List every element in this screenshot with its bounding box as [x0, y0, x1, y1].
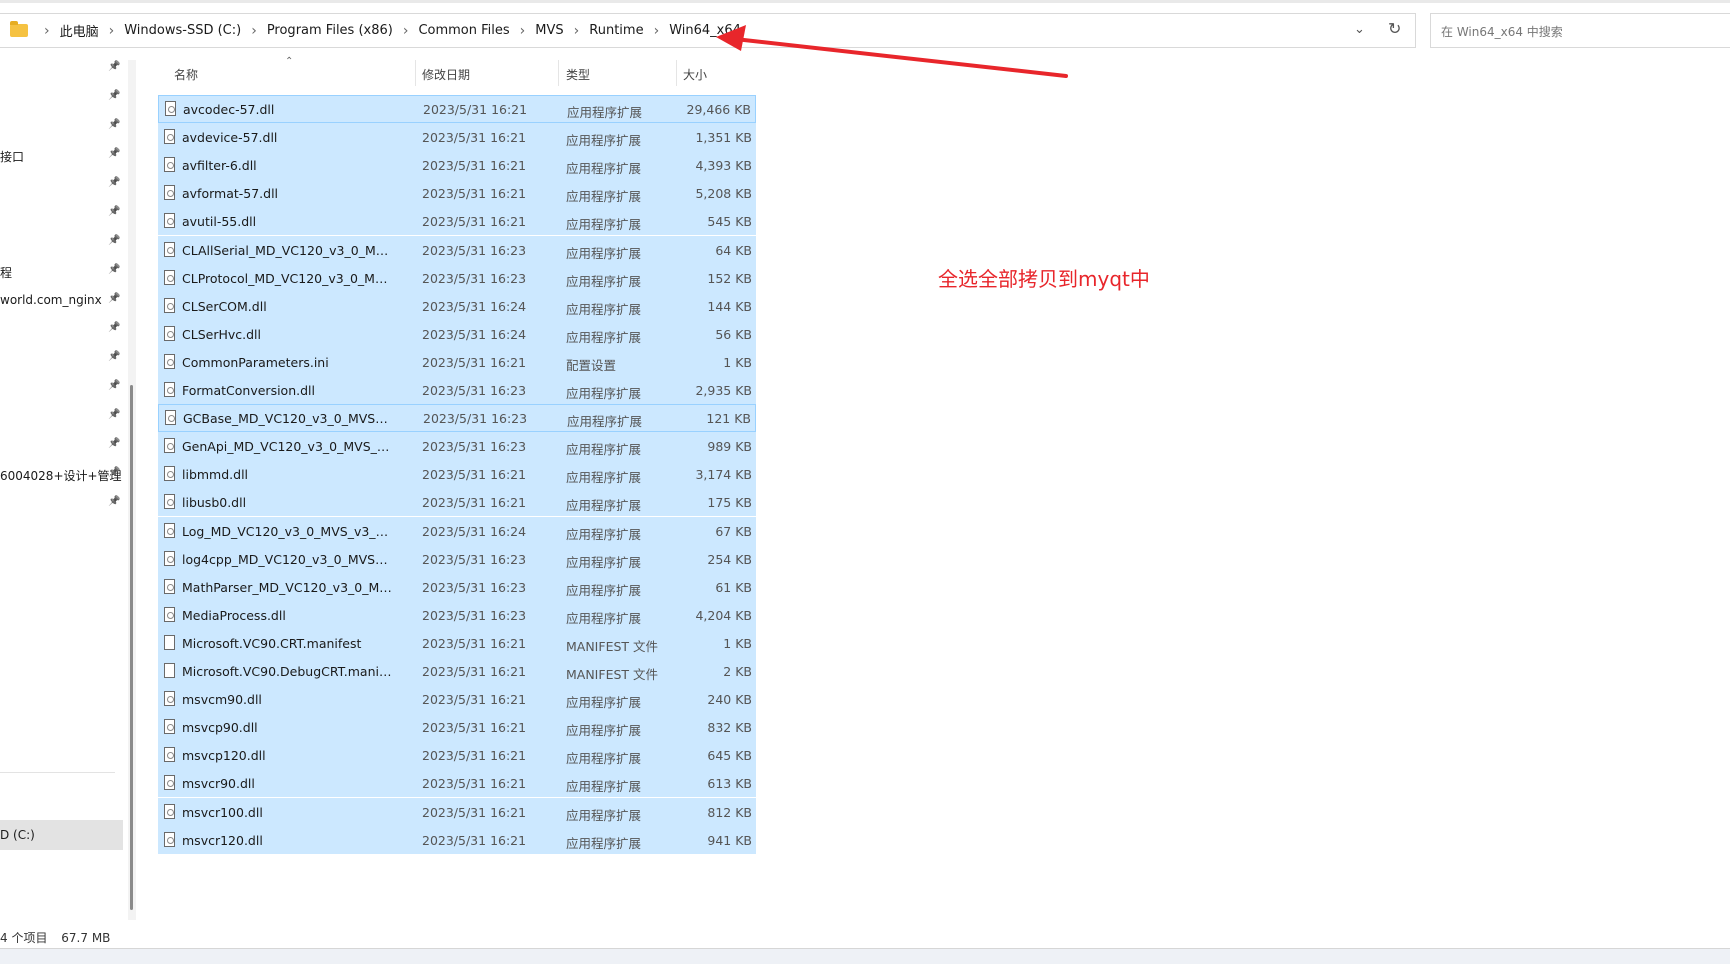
annotation-text: 全选全部拷贝到myqt中 — [938, 267, 1150, 291]
annotation-arrow — [716, 25, 1068, 78]
